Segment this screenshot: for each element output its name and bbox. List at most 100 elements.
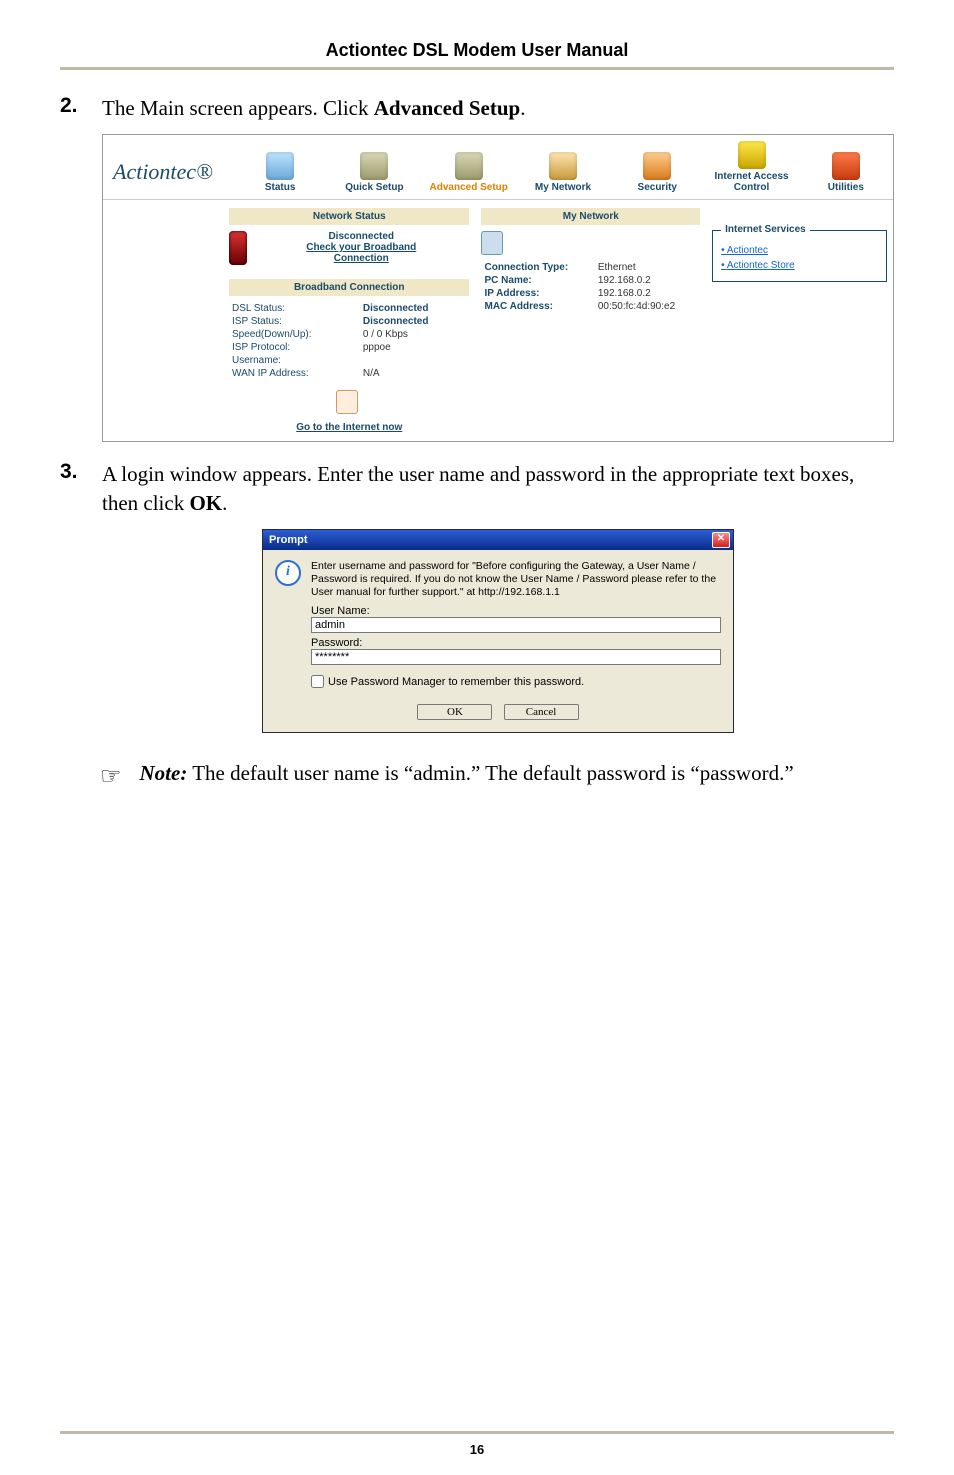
disconnected-label: Disconnected	[253, 231, 469, 242]
pcname-label: PC Name:	[481, 274, 594, 287]
conntype-label: Connection Type:	[481, 261, 594, 274]
mac-label: MAC Address:	[481, 300, 594, 313]
tab-internet-access-control[interactable]: Internet Access Control	[704, 135, 798, 199]
table-row: DSL Status:Disconnected	[229, 302, 469, 315]
tab-status[interactable]: Status	[233, 146, 327, 199]
tab-security-label: Security	[638, 182, 677, 193]
isp-status-label: ISP Status:	[229, 315, 360, 328]
my-network-panel: My Network Connection Type:Ethernet PC N…	[475, 200, 706, 441]
remember-password-row[interactable]: Use Password Manager to remember this pa…	[311, 675, 721, 688]
lock-icon	[738, 141, 766, 169]
username-input[interactable]	[311, 617, 721, 633]
internet-services-panel: Internet Services • Actiontec • Actionte…	[706, 200, 893, 441]
username-field-label: User Name:	[311, 605, 721, 617]
table-row: IP Address:192.168.0.2	[481, 287, 700, 300]
table-row: Connection Type:Ethernet	[481, 261, 700, 274]
manual-title: Actiontec DSL Modem User Manual	[60, 40, 894, 61]
footer-rule	[60, 1431, 894, 1434]
tab-util-label: Utilities	[828, 182, 864, 193]
check-line2: Connection	[334, 253, 389, 264]
service-link-1-text: Actiontec	[727, 245, 768, 256]
wanip-label: WAN IP Address:	[229, 367, 360, 380]
mac-value: 00:50:fc:4d:90:e2	[595, 300, 700, 313]
speed-value: 0 / 0 Kbps	[360, 328, 470, 341]
shield-icon	[643, 152, 671, 180]
step-2-bold: Advanced Setup	[374, 96, 520, 120]
tab-advanced-label: Advanced Setup	[430, 182, 508, 193]
prompt-titlebar: Prompt ✕	[263, 530, 733, 550]
table-row: Username:	[229, 354, 469, 367]
note-body: Note: The default user name is “admin.” …	[140, 759, 894, 787]
go-internet-link[interactable]: Go to the Internet now	[229, 422, 469, 433]
network-icon	[549, 152, 577, 180]
ipaddr-value: 192.168.0.2	[595, 287, 700, 300]
ipaddr-label: IP Address:	[481, 287, 594, 300]
wizard-icon	[360, 152, 388, 180]
network-status-heading: Network Status	[229, 208, 469, 225]
speed-label: Speed(Down/Up):	[229, 328, 360, 341]
page-number: 16	[60, 1442, 894, 1457]
step-2-body: The Main screen appears. Click Advanced …	[102, 94, 525, 122]
network-status-panel: Network Status Disconnected Check your B…	[223, 200, 475, 441]
tools-icon	[455, 152, 483, 180]
step-3: 3. A login window appears. Enter the use…	[60, 460, 894, 517]
footer: 16	[60, 1423, 894, 1457]
step-2: 2. The Main screen appears. Click Advanc…	[60, 94, 894, 122]
username-label: Username:	[229, 354, 360, 367]
username-value	[360, 354, 470, 367]
table-row: WAN IP Address:N/A	[229, 367, 469, 380]
broadband-table: DSL Status:Disconnected ISP Status:Disco…	[229, 302, 469, 380]
note-label: Note:	[140, 761, 188, 785]
service-link-store[interactable]: • Actiontec Store	[721, 258, 878, 273]
close-icon[interactable]: ✕	[712, 532, 730, 548]
proto-value: pppoe	[360, 341, 470, 354]
service-link-2-text: Actiontec Store	[727, 260, 795, 271]
service-link-actiontec[interactable]: • Actiontec	[721, 243, 878, 258]
password-field-label: Password:	[311, 637, 721, 649]
tab-security[interactable]: Security	[610, 146, 704, 199]
internet-services-legend: Internet Services	[721, 224, 810, 235]
table-row: ISP Status:Disconnected	[229, 315, 469, 328]
proto-label: ISP Protocol:	[229, 341, 360, 354]
step-3-body: A login window appears. Enter the user n…	[102, 460, 894, 517]
tab-advanced-setup[interactable]: Advanced Setup	[422, 146, 516, 199]
footprint-icon	[336, 390, 358, 414]
prompt-title-text: Prompt	[269, 534, 308, 546]
step-2-number: 2.	[60, 94, 102, 122]
remember-password-checkbox[interactable]	[311, 675, 324, 688]
home-icon	[266, 152, 294, 180]
left-spacer	[103, 200, 223, 441]
table-row: Speed(Down/Up):0 / 0 Kbps	[229, 328, 469, 341]
modem-logo: Actiontec®	[103, 145, 233, 199]
conntype-value: Ethernet	[595, 261, 700, 274]
check-line1: Check your Broadband	[306, 242, 416, 253]
cancel-button[interactable]: Cancel	[504, 704, 579, 720]
status-light-icon	[229, 231, 247, 265]
my-network-heading: My Network	[481, 208, 700, 225]
tab-my-network[interactable]: My Network	[516, 146, 610, 199]
table-row: ISP Protocol:pppoe	[229, 341, 469, 354]
tab-quick-setup[interactable]: Quick Setup	[327, 146, 421, 199]
ok-button[interactable]: OK	[417, 704, 492, 720]
note-text: The default user name is “admin.” The de…	[187, 761, 793, 785]
login-prompt-dialog: Prompt ✕ i Enter username and password f…	[262, 529, 734, 733]
isp-status-value: Disconnected	[360, 315, 470, 328]
broadband-heading: Broadband Connection	[229, 279, 469, 296]
tab-status-label: Status	[265, 182, 296, 193]
prompt-message: Enter username and password for "Before …	[311, 560, 721, 599]
step-3-text-b: .	[222, 491, 227, 515]
step-3-bold: OK	[189, 491, 222, 515]
modem-status-screenshot: Actiontec® Status Quick Setup Advanced S…	[102, 134, 894, 442]
dsl-status-value: Disconnected	[360, 302, 470, 315]
pcname-value: 192.168.0.2	[595, 274, 700, 287]
step-3-number: 3.	[60, 460, 102, 517]
table-row: PC Name:192.168.0.2	[481, 274, 700, 287]
step-2-text-b: .	[520, 96, 525, 120]
tab-utilities[interactable]: Utilities	[799, 146, 893, 199]
check-broadband-link[interactable]: Check your Broadband Connection	[253, 242, 469, 264]
wanip-value: N/A	[360, 367, 470, 380]
note-row: ☞ Note: The default user name is “admin.…	[100, 759, 894, 791]
password-input[interactable]	[311, 649, 721, 665]
dsl-status-label: DSL Status:	[229, 302, 360, 315]
title-rule	[60, 67, 894, 70]
